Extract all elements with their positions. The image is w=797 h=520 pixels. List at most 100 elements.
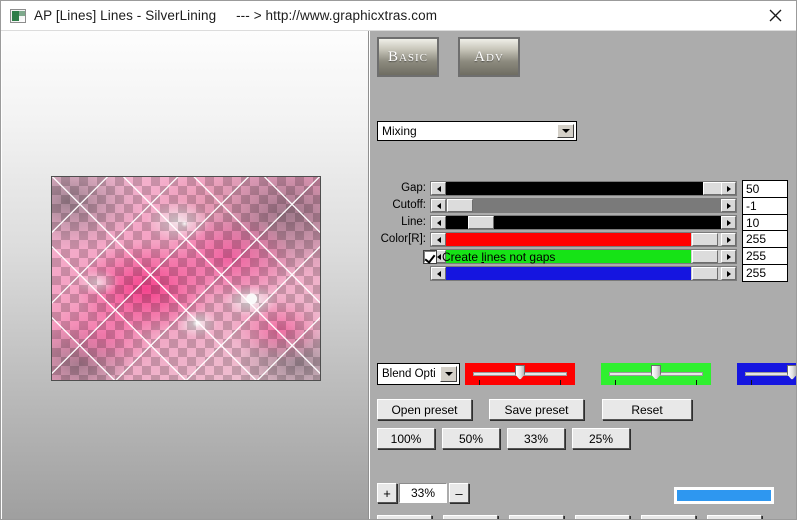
- chk-label-pre: Create: [442, 250, 482, 264]
- create-lines-checkbox-label: Create lines not gaps: [442, 250, 555, 264]
- tab-adv-label: Adv: [474, 48, 504, 65]
- tab-basic[interactable]: Basic: [377, 37, 439, 77]
- slider-row-line: Line: 10: [370, 214, 788, 232]
- app-icon: [10, 8, 26, 23]
- green-channel-thumb[interactable]: [651, 365, 661, 380]
- tab-basic-label: Basic: [387, 48, 429, 65]
- preview-line-overlay: [52, 177, 320, 380]
- slider-color-b-fill: [446, 267, 691, 280]
- image-preview[interactable]: [51, 176, 321, 381]
- slider-color-r[interactable]: [430, 232, 737, 247]
- slider-color-g-right-arrow[interactable]: [721, 250, 736, 263]
- value-color-b[interactable]: 255: [742, 264, 788, 282]
- zoom-25-label: 25%: [588, 431, 614, 446]
- chevron-down-icon[interactable]: [557, 124, 574, 138]
- label-color-r: Color[R]:: [380, 233, 426, 245]
- value-color-r[interactable]: 255: [742, 230, 788, 248]
- cancel-button[interactable]: Cancel: [443, 515, 498, 519]
- red-channel-slider[interactable]: [465, 363, 575, 385]
- zoom-50-label: 50%: [458, 431, 484, 446]
- slider-color-r-left-arrow[interactable]: [431, 233, 446, 246]
- controls-pane: Basic Adv Mixing Gap: 50 Cutoff: -1 Line…: [370, 31, 796, 519]
- slider-line-left-arrow[interactable]: [431, 216, 446, 229]
- slider-gap-track[interactable]: [446, 182, 721, 195]
- zoom-increase-label: +: [383, 485, 391, 501]
- slider-cutoff-fill: [446, 199, 721, 212]
- chk-label-post: ines not gaps: [484, 250, 556, 264]
- blend-options-dropdown[interactable]: Blend Opti: [377, 363, 460, 385]
- create-lines-checkbox[interactable]: [423, 250, 437, 264]
- slider-line[interactable]: [430, 215, 737, 230]
- close-button[interactable]: [753, 1, 796, 30]
- zoom-level-value[interactable]: 33%: [399, 483, 447, 503]
- slider-gap[interactable]: [430, 181, 737, 196]
- zoom-increase-button[interactable]: +: [377, 483, 397, 503]
- blend-button[interactable]: Blend: [641, 515, 696, 519]
- blend-options-value: Blend Opti: [382, 368, 436, 380]
- zoom-100-button[interactable]: 100%: [377, 428, 435, 449]
- zoom-50-button[interactable]: 50%: [442, 428, 500, 449]
- slider-color-b-thumb[interactable]: [692, 267, 719, 280]
- slider-color-r-fill: [446, 233, 691, 246]
- window-title: AP [Lines] Lines - SilverLining --- > ht…: [34, 8, 437, 23]
- open-preset-button[interactable]: Open preset: [377, 399, 472, 420]
- green-tick-right: [696, 380, 697, 385]
- zoom-decrease-button[interactable]: –: [449, 483, 469, 503]
- slider-row-gap: Gap: 50: [370, 180, 788, 198]
- slider-color-b-track[interactable]: [446, 267, 721, 280]
- zoom-decrease-label: –: [455, 485, 463, 501]
- zoom-25-button[interactable]: 25%: [572, 428, 630, 449]
- slider-gap-left-arrow[interactable]: [431, 182, 446, 195]
- zoom-stepper[interactable]: + 33% –: [377, 483, 469, 503]
- slider-color-r-thumb[interactable]: [692, 233, 719, 246]
- label-cutoff: Cutoff:: [392, 199, 426, 211]
- slider-cutoff[interactable]: [430, 198, 737, 213]
- slider-cutoff-thumb[interactable]: [447, 199, 474, 212]
- value-color-g[interactable]: 255: [742, 247, 788, 265]
- color-swatch[interactable]: [674, 487, 774, 504]
- slider-gap-fill: [446, 182, 721, 195]
- slider-color-r-track[interactable]: [446, 233, 721, 246]
- open-preset-label: Open preset: [391, 402, 458, 417]
- red-channel-thumb[interactable]: [515, 365, 525, 380]
- reset-button[interactable]: Reset: [602, 399, 692, 420]
- xtreme-button[interactable]: Xtreme: [509, 515, 564, 519]
- slider-color-b-left-arrow[interactable]: [431, 267, 446, 280]
- slider-cutoff-left-arrow[interactable]: [431, 199, 446, 212]
- close-icon: [769, 9, 782, 22]
- create-lines-checkbox-row[interactable]: Create lines not gaps: [423, 250, 555, 264]
- slider-gap-thumb[interactable]: [703, 182, 721, 195]
- slider-line-thumb[interactable]: [468, 216, 494, 229]
- title-bar: AP [Lines] Lines - SilverLining --- > ht…: [1, 1, 796, 31]
- chevron-down-icon[interactable]: [440, 366, 457, 382]
- mixing-mode-value: Mixing: [382, 124, 417, 138]
- blue-channel-slider[interactable]: [737, 363, 796, 385]
- value-cutoff[interactable]: -1: [742, 197, 788, 215]
- save-preset-button[interactable]: Save preset: [489, 399, 584, 420]
- slider-color-g-thumb[interactable]: [692, 250, 719, 263]
- mixing-mode-dropdown[interactable]: Mixing: [377, 121, 577, 141]
- slider-color-b-right-arrow[interactable]: [721, 267, 736, 280]
- green-channel-slider[interactable]: [601, 363, 711, 385]
- value-gap[interactable]: 50: [742, 180, 788, 198]
- color-button[interactable]: Color: [575, 515, 630, 519]
- slider-line-right-arrow[interactable]: [721, 216, 736, 229]
- slider-color-r-right-arrow[interactable]: [721, 233, 736, 246]
- slider-color-b[interactable]: [430, 266, 737, 281]
- save-preset-label: Save preset: [504, 402, 569, 417]
- zoom-33-button[interactable]: 33%: [507, 428, 565, 449]
- window-title-url: --- > http://www.graphicxtras.com: [236, 8, 438, 23]
- slider-gap-right-arrow[interactable]: [721, 182, 736, 195]
- slider-cutoff-right-arrow[interactable]: [721, 199, 736, 212]
- mode-button[interactable]: Mode: [707, 515, 762, 519]
- slider-row-color-r: Color[R]: 255: [370, 230, 788, 248]
- ok-button[interactable]: OK: [377, 515, 432, 519]
- slider-line-track[interactable]: [446, 216, 721, 229]
- tab-adv[interactable]: Adv: [458, 37, 520, 77]
- red-tick-left: [479, 380, 480, 385]
- blue-channel-thumb[interactable]: [787, 365, 796, 380]
- reset-label: Reset: [631, 402, 663, 417]
- slider-row-cutoff: Cutoff: -1: [370, 197, 788, 215]
- label-line: Line:: [401, 216, 426, 228]
- slider-cutoff-track[interactable]: [446, 199, 721, 212]
